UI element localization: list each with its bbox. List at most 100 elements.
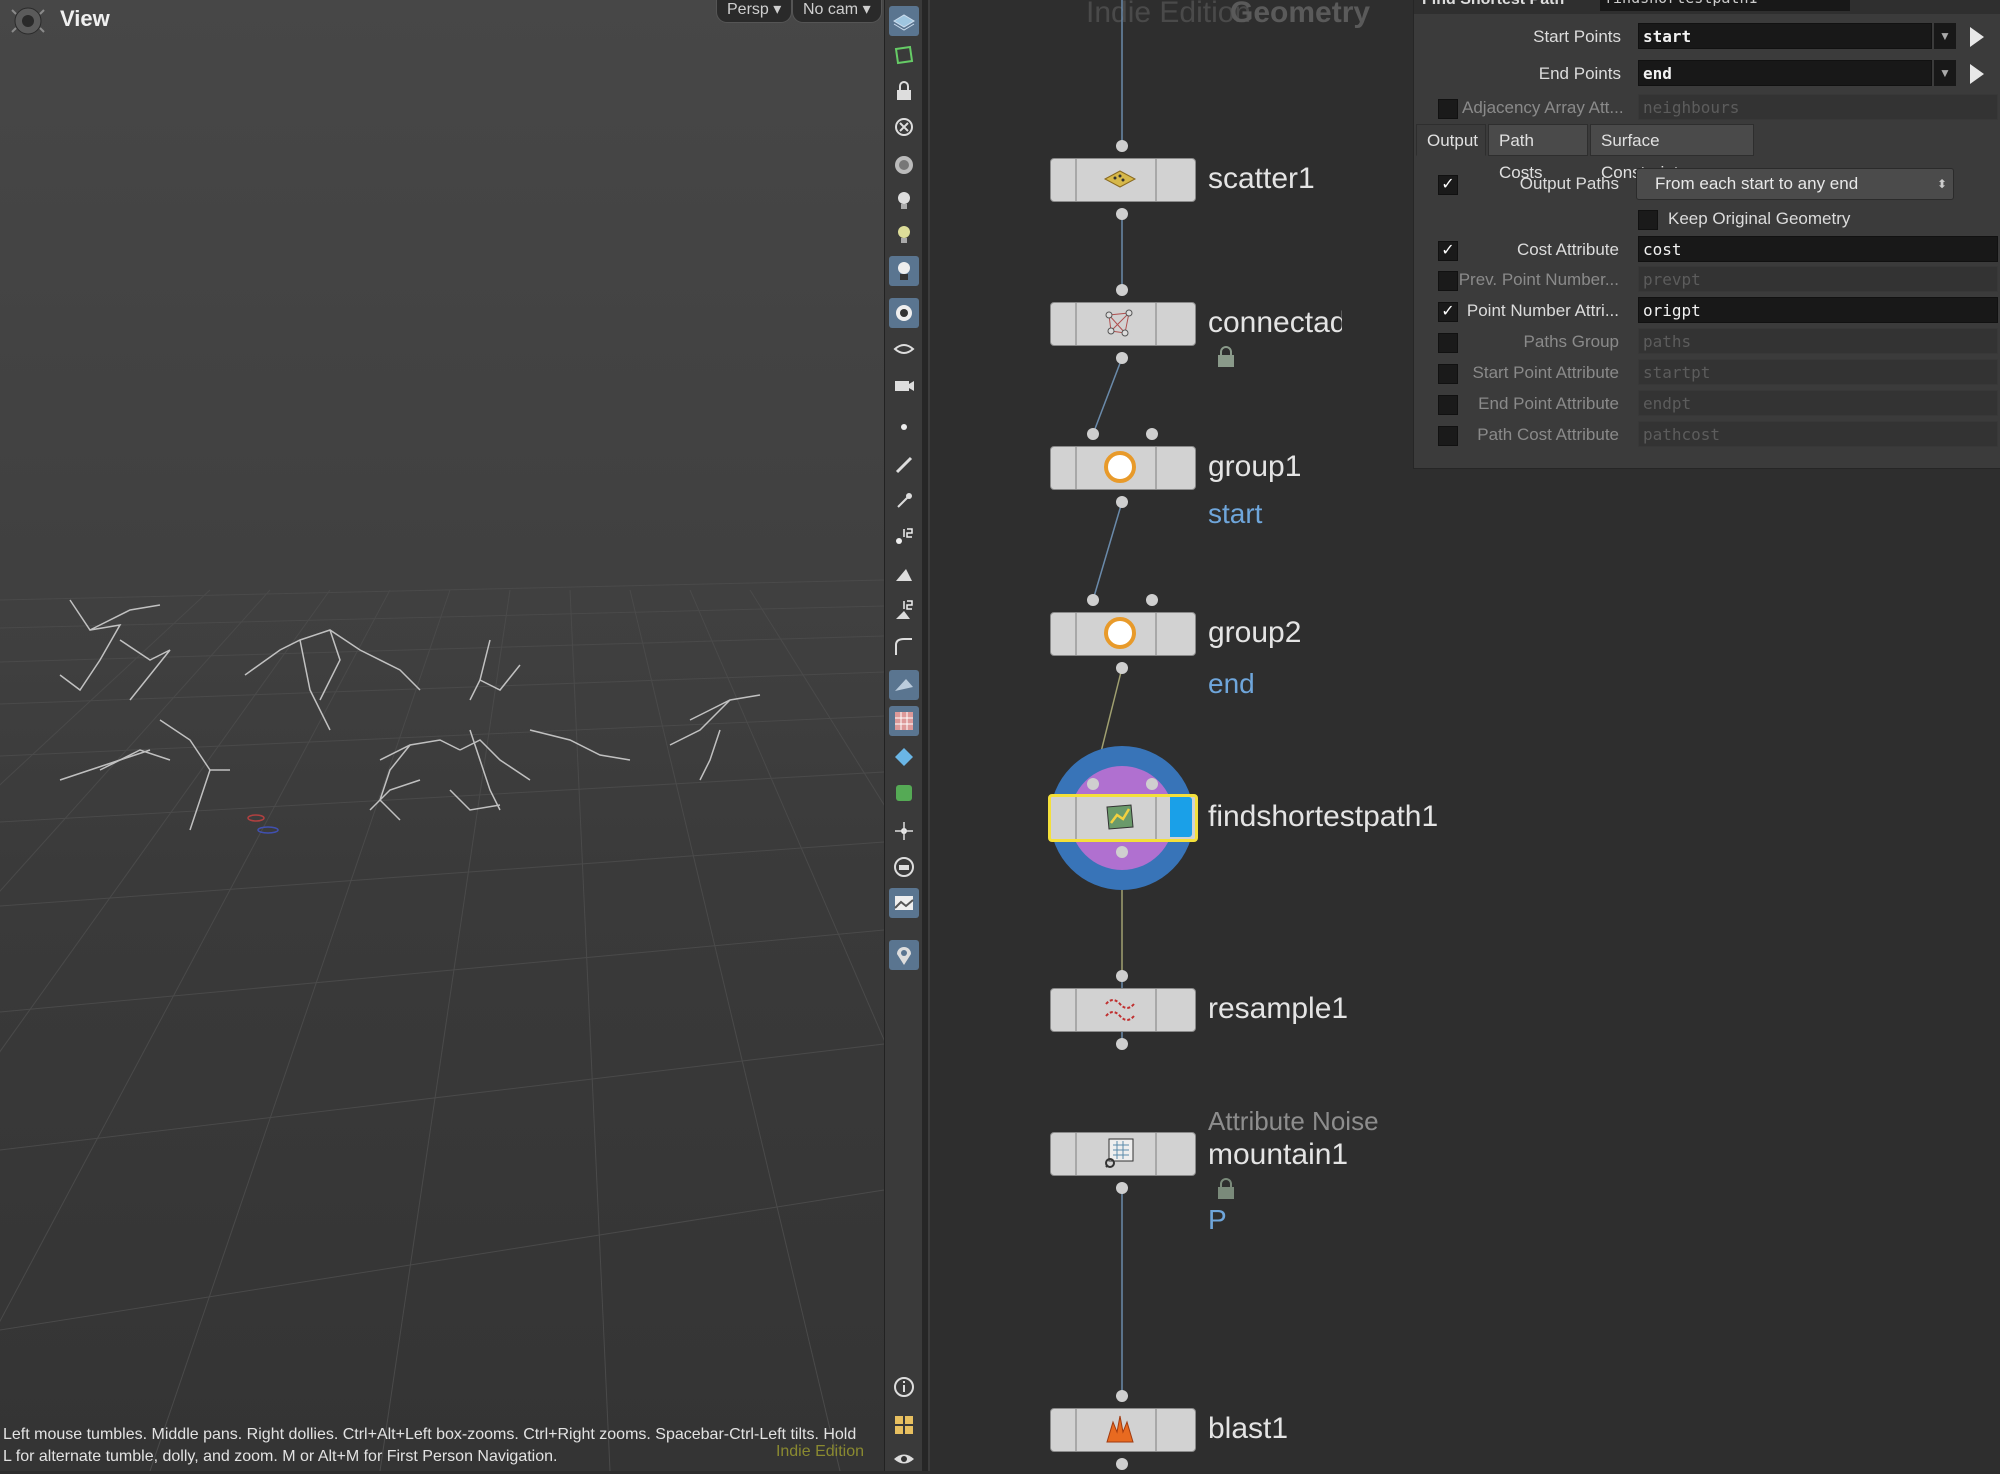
input-connector[interactable] — [1146, 428, 1158, 440]
keep-original-row: Keep Original Geometry — [1414, 205, 2000, 233]
adjacency-checkbox[interactable] — [1438, 99, 1458, 119]
end-points-dropdown[interactable]: ▼ — [1934, 60, 1956, 86]
wireframe-icon[interactable] — [889, 298, 919, 328]
camera-menu[interactable]: Persp ▾ — [716, 0, 793, 23]
shortest-paths-curves — [59, 599, 761, 831]
node-blast1[interactable] — [1050, 1408, 1196, 1452]
input-connector[interactable] — [1116, 970, 1128, 982]
snap-icon[interactable] — [889, 816, 919, 846]
display-options-icon[interactable] — [889, 6, 919, 36]
brush-icon[interactable] — [889, 450, 919, 480]
start-points-row: Start Points start ▼ — [1414, 23, 2000, 51]
visibility-icon[interactable] — [889, 334, 919, 364]
headlight-icon[interactable] — [889, 186, 919, 216]
location-icon[interactable] — [889, 940, 919, 970]
cam-menu[interactable]: No cam ▾ — [792, 0, 882, 23]
node-connectadjacent[interactable] — [1050, 302, 1196, 346]
input-connector[interactable] — [1146, 778, 1158, 790]
tab-surface-constraints[interactable]: Surface Constraints — [1590, 124, 1754, 182]
primitive-numbers-icon[interactable] — [889, 596, 919, 626]
node-resample1[interactable] — [1050, 988, 1196, 1032]
primitive-icon[interactable] — [889, 560, 919, 590]
lights-icon[interactable] — [889, 220, 919, 250]
connect-adjacent-icon — [1102, 307, 1138, 339]
node-type-label: Find Shortest Path — [1422, 0, 1564, 9]
output-connector[interactable] — [1116, 352, 1128, 364]
info-icon[interactable] — [889, 1372, 919, 1402]
adjacency-row: Adjacency Array Att... neighbours — [1414, 94, 2000, 122]
input-connector[interactable] — [1087, 594, 1099, 606]
paths-group-row: Paths Group paths — [1414, 328, 2000, 356]
prev-point-field[interactable]: prevpt — [1638, 266, 1998, 292]
input-connector[interactable] — [1087, 428, 1099, 440]
ghost-shaded-icon[interactable] — [889, 256, 919, 286]
output-connector[interactable] — [1116, 1458, 1128, 1470]
input-connector[interactable] — [1116, 284, 1128, 296]
clip-icon[interactable] — [889, 852, 919, 882]
scatter-icon — [1102, 163, 1138, 195]
tab-output[interactable]: Output — [1416, 124, 1486, 156]
input-connector[interactable] — [1116, 140, 1128, 152]
paths-group-field[interactable]: paths — [1638, 328, 1998, 354]
select-arrow-icon[interactable] — [1967, 25, 1987, 49]
pin-icon[interactable] — [889, 486, 919, 516]
normals-icon[interactable] — [889, 670, 919, 700]
path-cost-attr-field[interactable]: pathcost — [1638, 421, 1998, 447]
eye-icon[interactable] — [889, 1444, 919, 1474]
node-findshortestpath1[interactable] — [1048, 794, 1198, 842]
end-point-attr-label: End Point Attribute — [1478, 394, 1619, 413]
param-header: Find Shortest Path findshortestpath1 — [1414, 0, 2000, 14]
end-points-field[interactable]: end — [1638, 60, 1932, 86]
node-name-field[interactable]: findshortestpath1 — [1600, 0, 1850, 11]
start-points-dropdown[interactable]: ▼ — [1934, 23, 1956, 49]
start-points-field[interactable]: start — [1638, 23, 1932, 49]
select-arrow-icon[interactable] — [1967, 62, 1987, 86]
navigation-hint: Left mouse tumbles. Middle pans. Right d… — [3, 1426, 857, 1465]
cost-attribute-field[interactable]: cost — [1638, 236, 1998, 262]
node-group1[interactable] — [1050, 446, 1196, 490]
node-group2[interactable] — [1050, 612, 1196, 656]
uv-icon[interactable] — [889, 706, 919, 736]
curve-icon[interactable] — [889, 632, 919, 662]
point-numbers-icon[interactable] — [889, 522, 919, 552]
keep-original-checkbox[interactable] — [1638, 210, 1658, 230]
output-connector[interactable] — [1116, 1038, 1128, 1050]
output-connector[interactable] — [1116, 1182, 1128, 1194]
adjacency-field[interactable]: neighbours — [1638, 94, 1998, 120]
snapshot-icon[interactable] — [889, 888, 919, 918]
point-icon[interactable] — [889, 412, 919, 442]
camera-icon[interactable] — [889, 370, 919, 400]
output-connector[interactable] — [1116, 208, 1128, 220]
output-connector[interactable] — [1116, 846, 1128, 858]
input-connector[interactable] — [1146, 594, 1158, 606]
input-connector[interactable] — [1087, 778, 1099, 790]
path-cost-attr-label: Path Cost Attribute — [1477, 425, 1619, 444]
lock-badge-icon — [1218, 1178, 1234, 1199]
hide-other-icon[interactable] — [889, 112, 919, 142]
houdini-menu-icon[interactable] — [8, 4, 48, 38]
output-connector[interactable] — [1116, 662, 1128, 674]
lock-icon[interactable] — [889, 76, 919, 106]
group-icon — [1102, 451, 1138, 483]
output-paths-menu[interactable]: From each start to any end ⬍ — [1636, 168, 1954, 200]
texture-icon[interactable] — [889, 778, 919, 808]
node-scatter1[interactable] — [1050, 158, 1196, 202]
guide-icon[interactable] — [889, 742, 919, 772]
background-icon[interactable] — [889, 150, 919, 180]
output-connector[interactable] — [1116, 496, 1128, 508]
node-group-name: start — [1208, 498, 1263, 529]
tab-path-costs[interactable]: Path Costs — [1488, 124, 1588, 182]
prev-point-label: Prev. Point Number... — [1458, 270, 1619, 289]
display-flag[interactable] — [1170, 797, 1192, 837]
ghost-icon[interactable] — [889, 40, 919, 70]
start-point-attr-field[interactable]: startpt — [1638, 359, 1998, 385]
end-points-label: End Points — [1538, 64, 1621, 83]
input-connector[interactable] — [1116, 1390, 1128, 1402]
end-point-attr-field[interactable]: endpt — [1638, 390, 1998, 416]
point-number-field[interactable]: origpt — [1638, 297, 1998, 323]
node-mountain1[interactable] — [1050, 1132, 1196, 1176]
scene-viewport[interactable]: View Persp ▾ No cam ▾ Left mouse tumbles… — [0, 0, 884, 1471]
end-point-attr-row: End Point Attribute endpt — [1414, 390, 2000, 418]
viewport-title: View — [60, 6, 110, 31]
layout-icon[interactable] — [889, 1410, 919, 1440]
